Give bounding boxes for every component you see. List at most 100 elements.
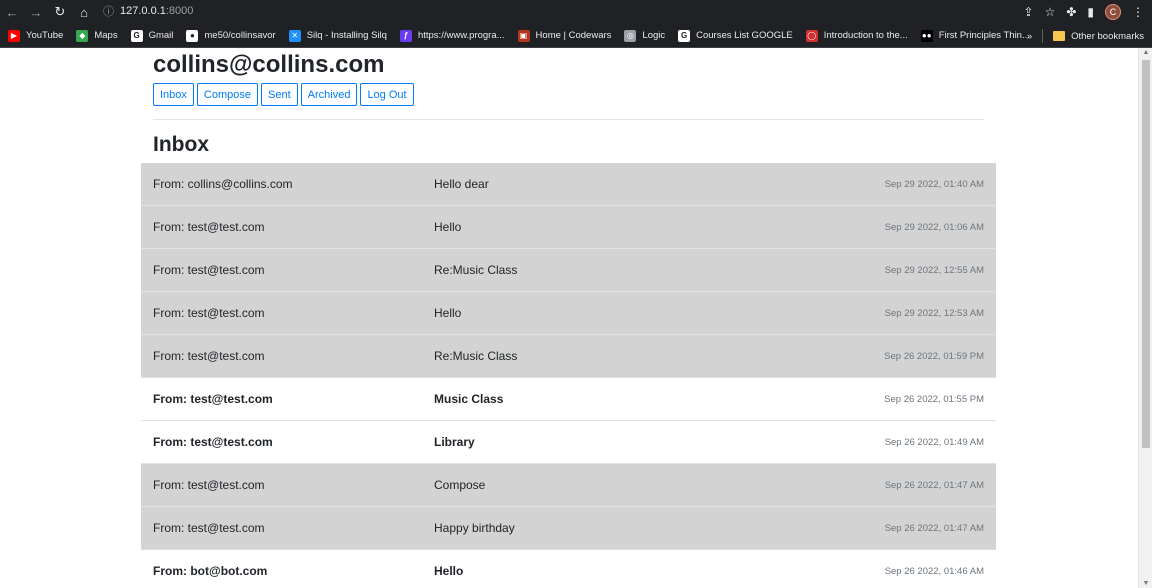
bookmark-favicon-icon: ◆ [76, 29, 89, 42]
email-sender: From: test@test.com [153, 435, 273, 449]
email-subject: Compose [434, 478, 486, 492]
folder-icon [1053, 31, 1066, 41]
email-row[interactable]: From: test@test.com Re:Music Class Sep 26 … [141, 335, 996, 378]
extensions-icon[interactable]: ✤ [1066, 5, 1076, 19]
bookmark-label: Courses List GOOGLE [696, 30, 793, 41]
email-subject: Re:Music Class [434, 263, 518, 277]
email-row[interactable]: From: test@test.com Music Class Sep 26 202… [141, 378, 996, 421]
email-sender: From: test@test.com [153, 521, 265, 535]
bookmark-item[interactable]: ▣ Home | Codewars [517, 29, 612, 42]
bookmark-favicon-icon: G [678, 29, 691, 42]
email-row[interactable]: From: collins@collins.com Hello dear Sep 2… [141, 163, 996, 206]
back-arrow-icon[interactable]: ← [0, 5, 24, 20]
bookmark-favicon-icon: ●● [920, 29, 933, 42]
bookmarks-bar: ▶ YouTube ◆ Maps G Gmail ● me50/collinsavor ✕ Sil… [0, 24, 1152, 48]
email-sender: From: test@test.com [153, 220, 265, 234]
forward-arrow-icon[interactable]: → [24, 5, 48, 20]
email-timestamp: Sep 26 2022, 01:47 AM [884, 479, 984, 491]
bookmark-item[interactable]: ●● First Principles Thin... [920, 29, 1030, 42]
email-row[interactable]: From: test@test.com Happy birthday Sep 26 … [141, 507, 996, 550]
email-timestamp: Sep 26 2022, 01:59 PM [884, 350, 984, 362]
email-row[interactable]: From: test@test.com Re:Music Class Sep 29 … [141, 249, 996, 292]
bookmark-label: https://www.progra... [417, 30, 505, 41]
bookmark-label: Gmail [148, 30, 174, 41]
bookmark-favicon-icon: ▶ [8, 29, 20, 42]
logout-button[interactable]: Log Out [360, 83, 414, 106]
page-viewport: collins@collins.com Inbox Compose Sent A… [0, 48, 1152, 588]
email-subject: Re:Music Class [434, 349, 518, 363]
email-timestamp: Sep 29 2022, 01:06 AM [884, 221, 984, 233]
inbox-button[interactable]: Inbox [153, 83, 194, 106]
bookmark-item[interactable]: ƒ https://www.progra... [399, 29, 505, 42]
star-bookmark-icon[interactable]: ☆ [1045, 5, 1056, 19]
browser-toolbar: ← → ↻ ⌂ ⓘ 127.0.0.1:8000 ⇪ ☆ ✤ ▮ C ⋮ [0, 0, 1152, 24]
bookmark-label: Logic [642, 30, 666, 41]
email-sender: From: test@test.com [153, 392, 273, 406]
email-sender: From: test@test.com [153, 263, 265, 277]
url-text[interactable]: 127.0.0.1:8000 [120, 5, 193, 17]
email-subject: Happy birthday [434, 521, 515, 535]
home-icon[interactable]: ⌂ [72, 5, 96, 20]
scroll-thumb[interactable] [1142, 60, 1150, 448]
bookmark-item[interactable]: ◆ Maps [76, 29, 118, 42]
bookmark-item[interactable]: ✕ Silq - Installing Silq [288, 29, 387, 42]
menu-kebab-icon[interactable]: ⋮ [1132, 5, 1144, 19]
bookmarks-divider [1042, 29, 1044, 43]
email-sender: From: test@test.com [153, 349, 265, 363]
email-timestamp: Sep 29 2022, 01:40 AM [884, 178, 984, 190]
bookmark-label: YouTube [26, 30, 64, 41]
email-timestamp: Sep 29 2022, 12:53 AM [884, 307, 984, 319]
url-port: :8000 [165, 5, 194, 17]
info-icon[interactable]: ⓘ [103, 3, 114, 19]
email-row[interactable]: From: test@test.com Hello Sep 29 2022, 12:… [141, 292, 996, 335]
email-timestamp: Sep 26 2022, 01:55 PM [884, 393, 984, 405]
bookmark-favicon-icon: ▣ [517, 29, 530, 42]
bookmark-item[interactable]: G Gmail [130, 29, 174, 42]
bookmark-item[interactable]: ◎ Logic [624, 29, 666, 42]
bookmark-label: me50/collinsavor [204, 30, 276, 41]
scroll-down-arrow-icon[interactable]: ▼ [1142, 580, 1150, 587]
mailbox-title: Inbox [153, 133, 209, 156]
bookmark-label: Silq - Installing Silq [306, 30, 387, 41]
bookmark-item[interactable]: ▶ YouTube [8, 29, 64, 42]
email-timestamp: Sep 29 2022, 12:55 AM [884, 264, 984, 276]
bookmark-favicon-icon: ● [186, 29, 199, 42]
email-row[interactable]: From: test@test.com Library Sep 26 2022, 0… [141, 421, 996, 464]
email-timestamp: Sep 26 2022, 01:46 AM [884, 565, 984, 577]
email-sender: From: test@test.com [153, 306, 265, 320]
bookmark-item[interactable]: ◯ Introduction to the... [805, 29, 908, 42]
compose-button[interactable]: Compose [196, 83, 258, 106]
bookmark-favicon-icon: G [130, 29, 143, 42]
email-row[interactable]: From: test@test.com Compose Sep 26 2022, 0… [141, 464, 996, 507]
bookmark-favicon-icon: ◎ [624, 29, 637, 42]
user-email-heading: collins@collins.com [153, 51, 385, 78]
email-row[interactable]: From: test@test.com Hello Sep 29 2022, 01:… [141, 206, 996, 249]
email-subject: Hello [434, 220, 462, 234]
bookmark-label: Home | Codewars [535, 30, 612, 41]
side-panel-icon[interactable]: ▮ [1087, 5, 1094, 19]
scroll-up-arrow-icon[interactable]: ▲ [1142, 49, 1150, 56]
url-host: 127.0.0.1 [120, 5, 166, 17]
vertical-scrollbar[interactable]: ▲ ▼ [1138, 48, 1152, 588]
reload-icon[interactable]: ↻ [48, 4, 72, 20]
email-subject: Music Class [434, 392, 504, 406]
other-bookmarks[interactable]: Other bookmarks [1053, 31, 1144, 42]
bookmark-label: First Principles Thin... [938, 30, 1030, 41]
nav-buttons: Inbox Compose Sent Archived Log Out [153, 83, 414, 106]
bookmark-item[interactable]: ● me50/collinsavor [186, 29, 276, 42]
email-row[interactable]: From: bot@bot.com Hello Sep 26 2022, 01:46… [141, 550, 996, 588]
bookmark-favicon-icon: ✕ [288, 29, 301, 42]
email-timestamp: Sep 26 2022, 01:47 AM [884, 522, 984, 534]
email-timestamp: Sep 26 2022, 01:49 AM [884, 436, 984, 448]
other-bookmarks-label: Other bookmarks [1071, 30, 1144, 42]
sent-button[interactable]: Sent [261, 83, 298, 106]
profile-avatar[interactable]: C [1105, 4, 1121, 20]
bookmark-item[interactable]: G Courses List GOOGLE [678, 29, 793, 42]
bookmark-favicon-icon: ◯ [805, 29, 818, 42]
bookmarks-overflow-icon[interactable]: » [1027, 31, 1032, 42]
address-bar[interactable]: ⓘ 127.0.0.1:8000 [103, 0, 193, 22]
bookmark-label: Introduction to the... [823, 30, 908, 41]
email-sender: From: bot@bot.com [153, 564, 268, 578]
share-icon[interactable]: ⇪ [1024, 5, 1034, 19]
archived-button[interactable]: Archived [300, 83, 358, 106]
